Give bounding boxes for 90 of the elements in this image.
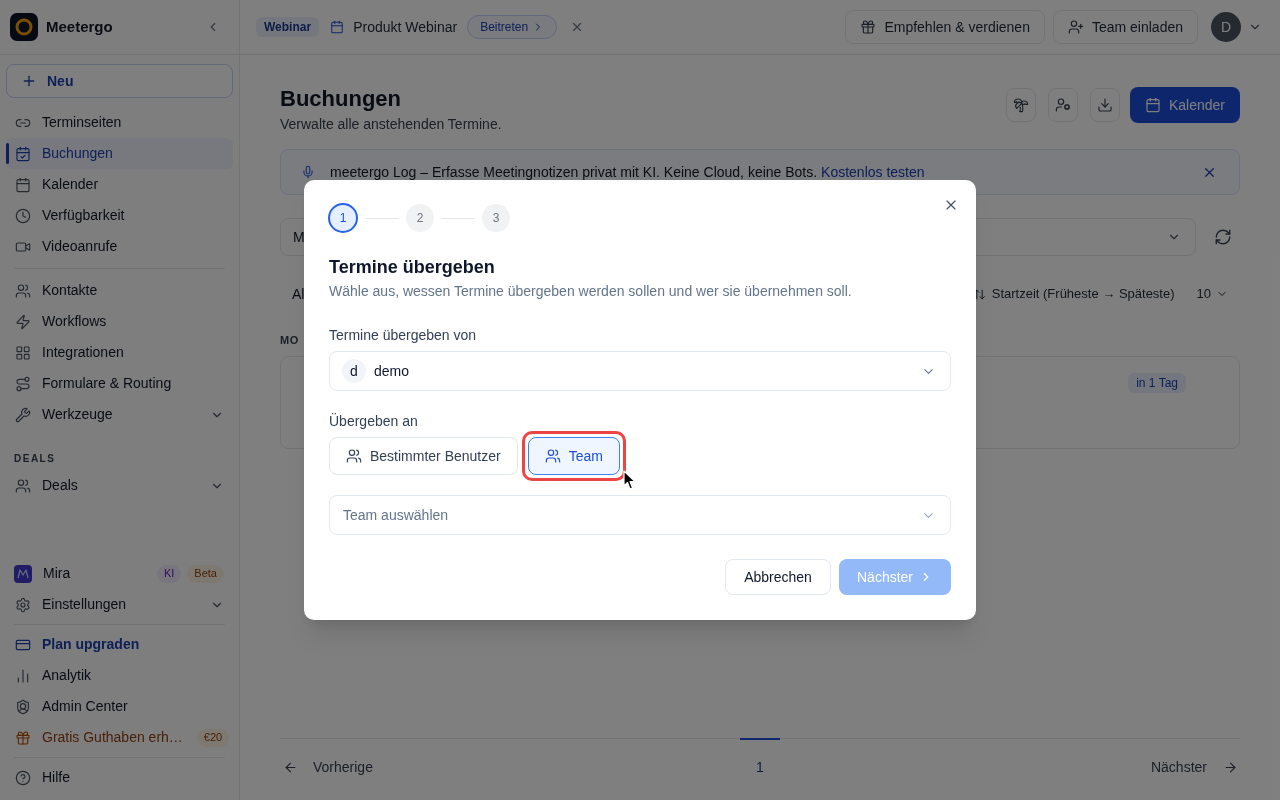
app-tile-icon xyxy=(14,564,32,583)
segment-option[interactable]: Team xyxy=(527,437,620,475)
calendar-icon xyxy=(330,20,345,34)
sort-button[interactable]: Startzeit (Früheste → Späteste) xyxy=(972,284,1175,304)
icon-button[interactable] xyxy=(1048,88,1078,122)
arrow-right-icon xyxy=(1223,760,1238,775)
page-size-select[interactable]: 10 xyxy=(1196,284,1228,304)
event-title: Produkt Webinar xyxy=(353,17,458,37)
calendar-check-icon xyxy=(15,145,31,162)
step-indicator: 1 xyxy=(328,203,358,233)
cancel-button[interactable]: Abbrechen xyxy=(725,559,831,595)
mouse-pointer-icon xyxy=(623,470,637,491)
sidebar-item[interactable]: Gratis Guthaben erh… xyxy=(6,722,191,753)
time-badge: in 1 Tag xyxy=(1128,373,1186,393)
shield-user-icon xyxy=(15,698,31,715)
grid-icon xyxy=(15,344,31,361)
header-button[interactable]: Team einladen xyxy=(1052,10,1198,44)
sidebar-item[interactable]: Kontakte xyxy=(6,275,233,306)
sidebar-item[interactable]: Admin Center xyxy=(6,691,233,722)
clock-icon xyxy=(15,207,31,224)
plus-icon xyxy=(21,73,37,89)
tag-badge: KI xyxy=(156,564,182,583)
bar-chart-icon xyxy=(15,667,31,684)
previous-page-button[interactable]: Vorherige xyxy=(280,739,373,778)
user-avatar: d xyxy=(342,359,366,383)
banner-text: meetergo Log – Erfasse Meetingnotizen privat mit KI. Keine Cloud, keine Bots. Kostenlos testen xyxy=(330,164,925,180)
user-select[interactable]: d demo xyxy=(329,351,951,391)
step-indicator: 2 xyxy=(406,204,434,232)
gift-icon xyxy=(860,19,877,35)
select-value: demo xyxy=(374,361,410,381)
sidebar-item[interactable]: Kalender xyxy=(6,169,233,200)
sidebar-item[interactable]: Terminseiten xyxy=(6,107,233,138)
field-label: Termine übergeben von xyxy=(329,326,478,345)
users-icon xyxy=(346,448,362,464)
calendar-icon xyxy=(1144,97,1161,113)
segment-option[interactable]: Bestimmter Benutzer xyxy=(329,437,518,475)
help-icon xyxy=(15,769,31,786)
try-free-link[interactable]: Kostenlos testen xyxy=(821,163,925,180)
sidebar-item[interactable]: Workflows xyxy=(6,306,233,337)
team-select[interactable]: Team auswählen xyxy=(329,495,951,535)
sidebar-item[interactable]: Einstellungen xyxy=(6,589,204,620)
dialog-description: Wähle aus, wessen Termine übergeben werden sollen und wer sie übernehmen soll. xyxy=(329,282,853,301)
palm-tree-icon xyxy=(1013,97,1029,113)
settings-icon xyxy=(15,596,31,613)
user-plus-icon xyxy=(1067,19,1084,35)
calendar-icon xyxy=(15,176,31,193)
sidebar-item[interactable]: Plan upgraden xyxy=(6,629,233,660)
page-subtitle: Verwalte alle anstehenden Termine. xyxy=(280,115,502,134)
tag-badge: €20 xyxy=(196,728,230,747)
sidebar-item[interactable]: Videoanrufe xyxy=(6,231,233,262)
page-button[interactable]: 1 xyxy=(740,738,780,784)
icon-button[interactable] xyxy=(1006,88,1036,122)
sidebar-item[interactable]: Analytik xyxy=(6,660,233,691)
sidebar-item[interactable]: Werkzeuge xyxy=(6,399,204,430)
next-page-button[interactable]: Nächster xyxy=(1150,739,1240,778)
new-button[interactable]: Neu xyxy=(6,64,233,98)
download-icon xyxy=(1097,97,1113,113)
section-heading: DEALS xyxy=(13,451,57,466)
icon-button[interactable] xyxy=(1090,88,1120,122)
header-button[interactable]: Empfehlen & verdienen xyxy=(845,10,1045,44)
route-icon xyxy=(15,375,31,392)
users-icon xyxy=(15,282,31,299)
view-filter[interactable]: Al xyxy=(292,283,305,305)
sidebar-item[interactable]: Mira xyxy=(6,558,151,589)
lightning-icon xyxy=(15,313,31,330)
sidebar-item[interactable]: Deals xyxy=(6,470,204,501)
group-heading: MO xyxy=(280,333,299,347)
tag-badge: Beta xyxy=(187,564,224,583)
sidebar-item[interactable]: Integrationen xyxy=(6,337,233,368)
microphone-icon xyxy=(301,165,315,179)
step-indicator: 3 xyxy=(482,204,510,232)
page-title: Buchungen xyxy=(280,86,402,112)
users-icon xyxy=(15,477,31,494)
gift-icon xyxy=(15,729,31,746)
sidebar-item[interactable]: Formulare & Routing xyxy=(6,368,233,399)
event-type-badge: Webinar xyxy=(256,17,320,37)
logo-icon xyxy=(10,13,38,41)
wrench-icon xyxy=(15,406,31,423)
refresh-icon xyxy=(1214,228,1232,246)
sidebar-item[interactable]: Verfügbarkeit xyxy=(6,200,233,231)
join-button[interactable]: Beitreten xyxy=(467,15,558,39)
calendar-button[interactable]: Kalender xyxy=(1130,87,1240,123)
dialog-title: Termine übergeben xyxy=(329,256,496,279)
field-label: Übergeben an xyxy=(329,412,419,431)
brand-name: Meetergo xyxy=(46,16,113,37)
users-icon xyxy=(544,448,561,464)
sidebar-item[interactable]: Hilfe xyxy=(6,762,233,793)
user-avatar[interactable]: D xyxy=(1211,12,1241,42)
user-settings-icon xyxy=(1055,97,1071,113)
sidebar-item[interactable]: Buchungen xyxy=(6,138,233,169)
